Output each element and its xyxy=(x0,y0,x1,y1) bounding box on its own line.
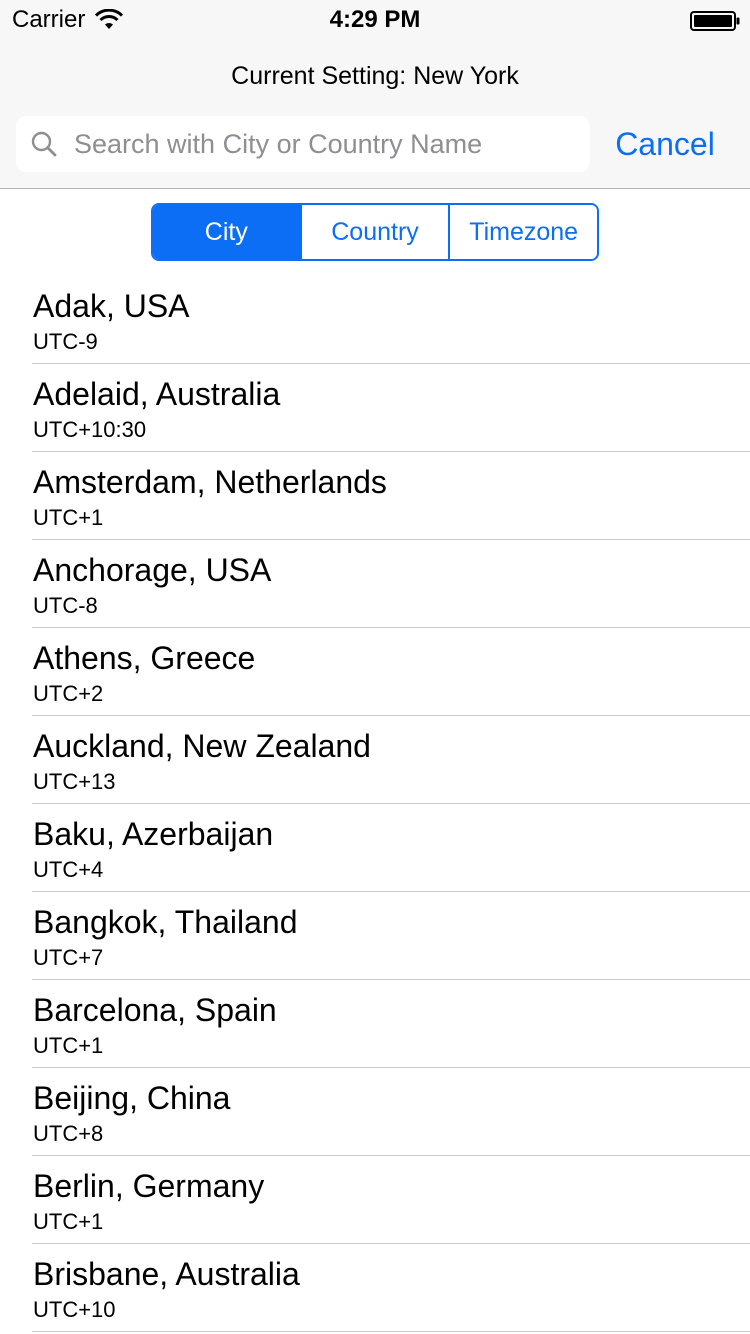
header-area: Carrier 4:29 PM Current Setting: New Yor… xyxy=(0,0,750,189)
segment-city[interactable]: City xyxy=(153,205,300,259)
city-row[interactable]: Beijing, China UTC+8 xyxy=(32,1068,750,1156)
utc-offset: UTC-9 xyxy=(33,329,98,354)
city-row[interactable]: Auckland, New Zealand UTC+13 xyxy=(32,716,750,804)
city-name: Amsterdam, Netherlands xyxy=(33,464,387,500)
utc-offset: UTC+10 xyxy=(33,1297,116,1322)
city-name: Anchorage, USA xyxy=(33,552,272,588)
city-name: Adelaid, Australia xyxy=(33,376,281,412)
cancel-button[interactable]: Cancel xyxy=(600,116,730,172)
city-row[interactable]: Adak, USA UTC-9 xyxy=(32,276,750,364)
current-setting-title: Current Setting: New York xyxy=(231,62,519,90)
city-name: Berlin, Germany xyxy=(33,1168,265,1204)
city-row[interactable]: Bangkok, Thailand UTC+7 xyxy=(32,892,750,980)
city-name: Bangkok, Thailand xyxy=(33,904,298,940)
city-name: Athens, Greece xyxy=(33,640,256,676)
city-name: Adak, USA xyxy=(33,288,190,324)
city-row[interactable]: Anchorage, USA UTC-8 xyxy=(32,540,750,628)
segment-timezone[interactable]: Timezone xyxy=(448,205,597,259)
battery-icon xyxy=(690,11,740,31)
status-bar: Carrier 4:29 PM xyxy=(0,0,750,40)
city-row[interactable]: Adelaid, Australia UTC+10:30 xyxy=(32,364,750,452)
search-bar[interactable] xyxy=(16,116,590,172)
utc-offset: UTC-8 xyxy=(33,593,98,618)
filter-segmented-control: City Country Timezone xyxy=(151,203,599,261)
city-name: Brisbane, Australia xyxy=(33,1256,300,1292)
utc-offset: UTC+4 xyxy=(33,857,104,882)
utc-offset: UTC+1 xyxy=(33,1209,104,1234)
utc-offset: UTC+2 xyxy=(33,681,104,706)
search-input[interactable] xyxy=(74,116,574,172)
utc-offset: UTC+13 xyxy=(33,769,116,794)
city-list: Adak, USA UTC-9 Adelaid, Australia UTC+10:3… xyxy=(0,276,750,1332)
city-name: Barcelona, Spain xyxy=(33,992,277,1028)
city-row[interactable]: Berlin, Germany UTC+1 xyxy=(32,1156,750,1244)
utc-offset: UTC+8 xyxy=(33,1121,104,1146)
city-row[interactable]: Brisbane, Australia UTC+10 xyxy=(32,1244,750,1332)
search-icon xyxy=(31,131,57,157)
city-name: Auckland, New Zealand xyxy=(33,728,371,764)
city-row[interactable]: Baku, Azerbaijan UTC+4 xyxy=(32,804,750,892)
segment-country[interactable]: Country xyxy=(299,205,449,259)
city-row[interactable]: Amsterdam, Netherlands UTC+1 xyxy=(32,452,750,540)
city-name: Beijing, China xyxy=(33,1080,231,1116)
utc-offset: UTC+1 xyxy=(33,505,104,530)
city-name: Baku, Azerbaijan xyxy=(33,816,274,852)
utc-offset: UTC+10:30 xyxy=(33,417,147,442)
city-row[interactable]: Barcelona, Spain UTC+1 xyxy=(32,980,750,1068)
utc-offset: UTC+7 xyxy=(33,945,104,970)
status-time: 4:29 PM xyxy=(329,6,421,33)
city-row[interactable]: Athens, Greece UTC+2 xyxy=(32,628,750,716)
utc-offset: UTC+1 xyxy=(33,1033,104,1058)
